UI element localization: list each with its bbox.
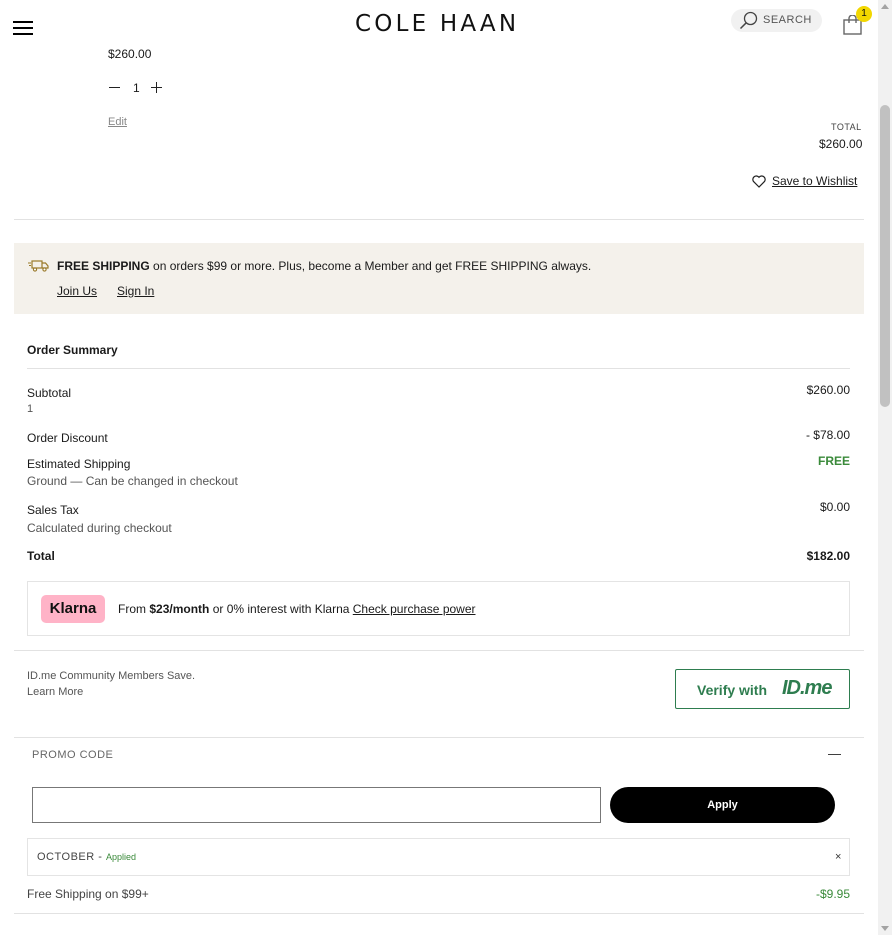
- divider: [14, 913, 864, 914]
- applied-promo-sep: -: [94, 851, 106, 863]
- free-shipping-discount-value: -$9.95: [815, 887, 850, 901]
- free-shipping-discount-label: Free Shipping on $99+: [27, 887, 149, 901]
- klarna-promo: Klarna From $23/month or 0% interest wit…: [27, 581, 850, 636]
- item-total-label: TOTAL: [831, 122, 862, 132]
- promo-code-title: PROMO CODE: [32, 749, 114, 761]
- search-label: SEARCH: [763, 14, 812, 26]
- scrollbar-thumb[interactable]: [880, 105, 890, 407]
- idme-learn-more-link[interactable]: Learn More: [27, 686, 83, 698]
- divider: [14, 737, 864, 738]
- join-us-link[interactable]: Join Us: [57, 284, 97, 298]
- item-total-value: $260.00: [819, 137, 863, 151]
- idme-button-label: Verify with: [697, 682, 768, 698]
- subtotal-value: $260.00: [806, 383, 850, 397]
- sales-tax-note: Calculated during checkout: [27, 521, 172, 535]
- idme-message: ID.me Community Members Save.: [27, 670, 196, 682]
- shipping-headline-rest: on orders $99 or more. Plus, become a Me…: [149, 259, 592, 273]
- klarna-check-power-link[interactable]: Check purchase power: [353, 602, 476, 616]
- subtotal-item-count: 1: [27, 403, 34, 415]
- save-to-wishlist-link[interactable]: Save to Wishlist: [772, 174, 857, 188]
- menu-icon[interactable]: [13, 21, 33, 35]
- klarna-logo: Klarna: [41, 595, 105, 623]
- shipping-headline-bold: FREE SHIPPING: [57, 259, 150, 273]
- search-icon: [739, 11, 758, 30]
- promo-code-input[interactable]: [32, 787, 601, 823]
- remove-promo-button[interactable]: ×: [835, 851, 841, 863]
- idme-logo: ID.me: [782, 677, 832, 699]
- verify-with-idme-button[interactable]: Verify with ID.me: [675, 669, 850, 709]
- sales-tax-label: Sales Tax: [27, 503, 79, 517]
- order-discount-value: - $78.00: [805, 428, 850, 442]
- scroll-down-arrow-icon[interactable]: [881, 926, 889, 931]
- order-total-value: $182.00: [806, 549, 850, 563]
- scroll-up-arrow-icon[interactable]: [881, 4, 889, 9]
- klarna-amount: $23/month: [149, 602, 210, 616]
- vertical-scrollbar[interactable]: [878, 0, 892, 935]
- order-summary-title: Order Summary: [27, 343, 118, 357]
- heart-icon[interactable]: [752, 175, 766, 188]
- estimated-shipping-label: Estimated Shipping: [27, 457, 131, 471]
- estimated-shipping-note: Ground — Can be changed in checkout: [27, 474, 238, 488]
- site-header: COLE HAAN SEARCH 1: [0, 0, 878, 50]
- brand-logo[interactable]: COLE HAAN: [355, 11, 519, 37]
- estimated-shipping-value: FREE: [817, 454, 850, 468]
- sales-tax-value: $0.00: [819, 500, 850, 514]
- applied-status: Applied: [105, 852, 137, 862]
- applied-promo-code: OCTOBER: [37, 851, 95, 863]
- apply-promo-button[interactable]: Apply: [610, 787, 835, 823]
- quantity-decrease-button[interactable]: [108, 81, 122, 95]
- quantity-increase-button[interactable]: [150, 81, 164, 95]
- klarna-middle: or 0% interest with Klarna: [209, 602, 353, 616]
- order-discount-label: Order Discount: [27, 431, 108, 445]
- search-button[interactable]: SEARCH: [731, 9, 822, 32]
- subtotal-label: Subtotal: [27, 386, 72, 400]
- item-price: $260.00: [108, 47, 152, 61]
- klarna-prefix: From: [118, 602, 150, 616]
- edit-item-link[interactable]: Edit: [108, 116, 127, 128]
- divider: [14, 650, 864, 651]
- quantity-value: 1: [133, 81, 140, 95]
- divider: [14, 219, 864, 220]
- delivery-truck-icon: [28, 260, 49, 272]
- klarna-message: From $23/month or 0% interest with Klarn…: [118, 602, 476, 616]
- applied-promo-row: OCTOBER - Applied ×: [27, 838, 850, 876]
- order-total-label: Total: [27, 549, 55, 563]
- shipping-headline: FREE SHIPPING on orders $99 or more. Plu…: [57, 259, 591, 273]
- divider: [27, 368, 850, 369]
- applied-promo-text: OCTOBER - Applied: [37, 851, 136, 863]
- sign-in-link[interactable]: Sign In: [117, 284, 154, 298]
- free-shipping-banner: FREE SHIPPING on orders $99 or more. Plu…: [14, 243, 864, 314]
- bag-count-badge: 1: [856, 6, 872, 22]
- promo-collapse-toggle[interactable]: —: [828, 746, 841, 761]
